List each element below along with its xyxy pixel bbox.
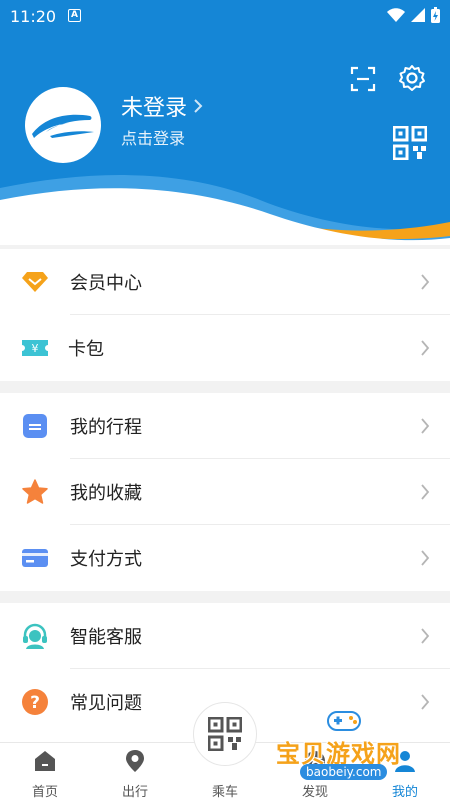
qrcode-icon[interactable] [393, 126, 427, 160]
settings-gear-icon[interactable] [398, 64, 426, 92]
wifi-icon [387, 8, 405, 22]
gamepad-icon [327, 711, 361, 731]
signal-icon [411, 8, 425, 22]
status-time: 11:20 [10, 7, 57, 26]
menu-item-card-wallet[interactable]: ¥ 卡包 [0, 315, 450, 381]
nav-item-travel[interactable]: 出行 [90, 743, 180, 800]
brand-logo-icon [32, 114, 94, 138]
card-icon [20, 543, 50, 573]
location-icon [126, 750, 144, 772]
nav-item-home[interactable]: 首页 [0, 743, 90, 800]
watermark: 宝贝游戏网 baobeiy.com [268, 704, 450, 800]
notification-icon: A [68, 9, 81, 22]
ride-qrcode-button[interactable] [193, 702, 257, 766]
chevron-right-icon [421, 550, 430, 566]
star-icon [20, 477, 50, 507]
question-icon: ? [20, 687, 50, 717]
svg-text:?: ? [30, 693, 40, 713]
menu-item-my-favorites[interactable]: 我的收藏 [0, 459, 450, 525]
diamond-icon [20, 267, 50, 297]
avatar[interactable] [25, 87, 101, 163]
home-icon [35, 751, 55, 771]
chevron-right-icon [421, 418, 430, 434]
menu-item-member-center[interactable]: 会员中心 [0, 249, 450, 315]
chevron-right-icon [421, 340, 430, 356]
menu-item-smart-service[interactable]: 智能客服 [0, 603, 450, 669]
menu-group-account: 会员中心 ¥ 卡包 [0, 249, 450, 381]
headset-icon [20, 621, 50, 651]
chevron-right-icon [194, 99, 203, 113]
login-title[interactable]: 未登录 [121, 90, 203, 122]
chevron-right-icon [421, 628, 430, 644]
chevron-right-icon [421, 484, 430, 500]
trip-icon [20, 411, 50, 441]
watermark-url: baobeiy.com [300, 764, 388, 780]
ticket-icon: ¥ [20, 333, 50, 363]
menu-item-payment-methods[interactable]: 支付方式 [0, 525, 450, 591]
login-subtitle[interactable]: 点击登录 [121, 125, 185, 149]
qrcode-icon [208, 717, 242, 751]
menu-item-my-trips[interactable]: 我的行程 [0, 393, 450, 459]
status-bar: 11:20 A [0, 0, 450, 34]
battery-icon [431, 7, 440, 23]
chevron-right-icon [421, 274, 430, 290]
login-title-text: 未登录 [121, 96, 188, 121]
scan-icon[interactable] [350, 66, 376, 92]
menu-group-trips: 我的行程 我的收藏 支付方式 [0, 393, 450, 591]
svg-text:¥: ¥ [32, 342, 39, 355]
header-wave-decoration [0, 175, 450, 245]
